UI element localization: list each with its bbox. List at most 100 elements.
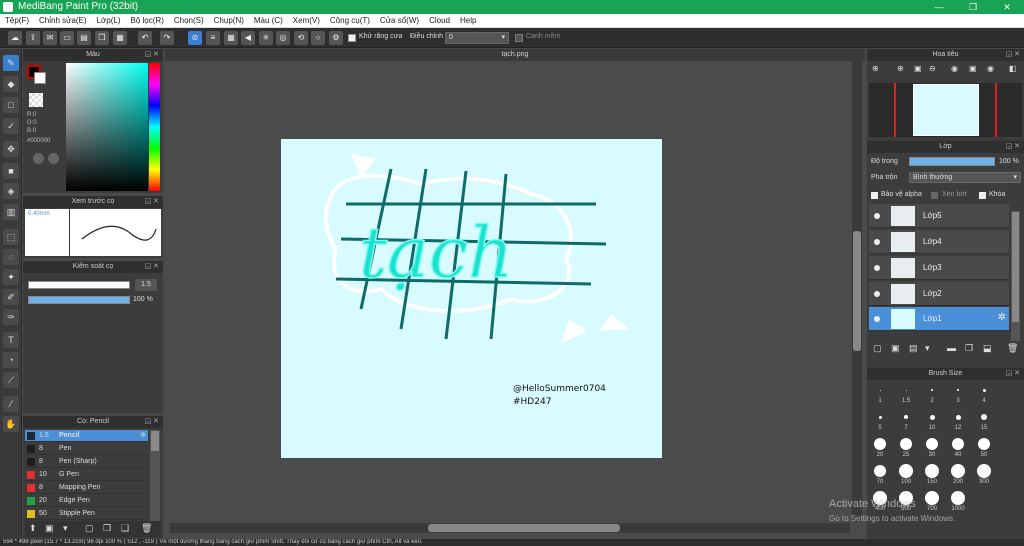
cloud-icon[interactable]: ☁ [8,31,22,45]
new-layer-icon[interactable]: ▢ [873,343,882,354]
menu-view[interactable]: Xem(V) [288,14,325,28]
panel-options-icon[interactable]: ◲ ✕ [1006,141,1020,153]
panel-options-icon[interactable]: ◲ ✕ [1006,368,1020,380]
brush-size-option[interactable]: 7 [894,409,918,431]
brush-item-g-pen[interactable]: 10 G Pen [25,469,148,481]
menu-file[interactable]: Tệp(F) [0,14,34,28]
protect-alpha-checkbox[interactable] [871,192,878,199]
brush-size-option[interactable]: 20 [868,436,892,458]
brush-item-stipple-pen[interactable]: 50 Stipple Pen [25,508,148,520]
brush-size-option[interactable]: 700 [920,490,944,512]
antialias-checkbox[interactable] [348,34,356,42]
merge-layer-icon[interactable]: ⬓ [983,343,992,354]
gear-icon[interactable]: ✲ [140,430,146,442]
divide-tool-icon[interactable]: ⟋ [3,372,19,388]
visibility-icon[interactable] [874,265,880,271]
menu-window[interactable]: Cửa sổ(W) [375,14,424,28]
brush-size-option[interactable]: 1000 [946,490,970,512]
move-tool-icon[interactable]: ✥ [3,141,19,157]
select-eraser-tool-icon[interactable]: ✑ [3,309,19,325]
document-icon[interactable]: ▤ [77,31,91,45]
layer-list-scrollbar[interactable] [1011,211,1020,341]
menu-tools[interactable]: Công cụ(T) [325,14,375,28]
brush-item-mapping-pen[interactable]: 8 Mapping Pen [25,482,148,494]
brush-size-option[interactable]: 50 [972,436,996,458]
snap-curve-icon[interactable]: ⟲ [294,31,308,45]
panel-options-icon[interactable]: ◲ ✕ [145,49,159,61]
trash-icon[interactable]: 🗑 [141,523,152,534]
bucket-tool-icon[interactable]: ◈ [3,183,19,199]
menu-edit[interactable]: Chỉnh sửa(E) [34,14,92,28]
minimize-button[interactable]: — [922,0,956,14]
maximize-button[interactable]: ❐ [956,0,990,14]
layer-row-5[interactable]: Lớp5 [869,204,1009,228]
grid-icon[interactable]: ▦ [113,31,127,45]
dot-tool-icon[interactable]: ✓ [3,118,19,134]
new-halftone-layer-icon[interactable]: ▣ [891,343,900,354]
chat-icon[interactable]: ▭ [60,31,74,45]
pages-icon[interactable]: ❐ [95,31,109,45]
brush-folder-icon[interactable]: ▣ [45,523,54,534]
layer-row-1[interactable]: Lớp1 ✲ [869,307,1009,331]
brush-size-input[interactable]: 1.5 [135,279,157,291]
close-button[interactable]: ✕ [990,0,1024,14]
zoom-in-alt-icon[interactable]: ⊕ [897,64,904,73]
scrollbar-thumb[interactable] [428,524,620,532]
hand-tool-icon[interactable]: ✋ [3,416,19,432]
layer-opacity-slider[interactable] [909,157,995,166]
lock-checkbox[interactable] [979,192,986,199]
brush-size-option[interactable]: 200 [946,463,970,485]
brush-size-option[interactable]: 100 [894,463,918,485]
brush-tool-icon[interactable]: ✎ [3,55,19,71]
add-brush-icon[interactable]: ⬆ [29,523,37,534]
brush-item-edge-pen[interactable]: 20 Edge Pen [25,495,148,507]
visibility-icon[interactable] [874,239,880,245]
brush-size-option[interactable]: 40 [946,436,970,458]
gradient-tool-icon[interactable]: ▥ [3,204,19,220]
zoom-in-icon[interactable]: ⊕ [872,64,879,73]
balloon-tool-icon[interactable]: ◔ [3,352,19,368]
snap-circle-icon[interactable]: ◎ [276,31,290,45]
undo-button[interactable]: ↶ [138,31,152,45]
layer-row-2[interactable]: Lớp2 [869,282,1009,306]
visibility-icon[interactable] [874,316,880,322]
gear-icon[interactable]: ✲ [998,312,1006,323]
snap-settings-icon[interactable]: ⚙ [329,31,343,45]
layer-row-4[interactable]: Lớp4 [869,230,1009,254]
brush-size-option[interactable]: 10 [920,409,944,431]
menu-layer[interactable]: Lớp(L) [92,14,126,28]
scrollbar-thumb[interactable] [1012,212,1019,322]
brush-size-option[interactable]: 1.5 [894,382,918,404]
brush-size-option[interactable]: 1 [868,382,892,404]
menu-help[interactable]: Help [455,14,481,28]
select-tool-icon[interactable]: ⬚ [3,229,19,245]
palette-icon[interactable] [33,153,44,164]
magic-wand-tool-icon[interactable]: ✦ [3,269,19,285]
snap-grid-icon[interactable]: ▦ [224,31,238,45]
scrollbar-thumb[interactable] [853,231,861,351]
brush-item-pencil[interactable]: 1.5 Pencil ✲ [25,430,148,442]
comment-icon[interactable]: ✉ [43,31,57,45]
document-tab[interactable]: tạch.png [165,49,865,61]
panel-options-icon[interactable]: ◲ ✕ [1006,49,1020,61]
brush-size-option[interactable]: 30 [920,436,944,458]
upload-icon[interactable]: ⇪ [26,31,40,45]
visibility-icon[interactable] [874,213,880,219]
menu-cloud[interactable]: Cloud [424,14,455,28]
brush-size-option[interactable]: 2 [920,382,944,404]
brush-size-option[interactable]: 25 [894,436,918,458]
brush-item-pen[interactable]: 8 Pen [25,443,148,455]
text-tool-icon[interactable]: T [3,332,19,348]
navigator-preview[interactable] [869,83,1022,137]
panel-options-icon[interactable]: ◲ ✕ [145,196,159,208]
brush-size-option[interactable]: 70 [868,463,892,485]
duplicate-layer-icon[interactable]: ❐ [965,343,973,354]
fill-shape-tool-icon[interactable]: ■ [3,163,19,179]
drawing-canvas[interactable]: tạch @HelloSummer0704 #HD247 [281,139,662,458]
hue-slider[interactable] [149,63,160,191]
brush-size-option[interactable]: 150 [920,463,944,485]
brush-size-slider[interactable] [28,281,130,289]
snap-perspective-icon[interactable]: ◀ [241,31,255,45]
menu-color[interactable]: Màu (C) [249,14,288,28]
flip-icon[interactable]: ◧ [1009,64,1017,73]
